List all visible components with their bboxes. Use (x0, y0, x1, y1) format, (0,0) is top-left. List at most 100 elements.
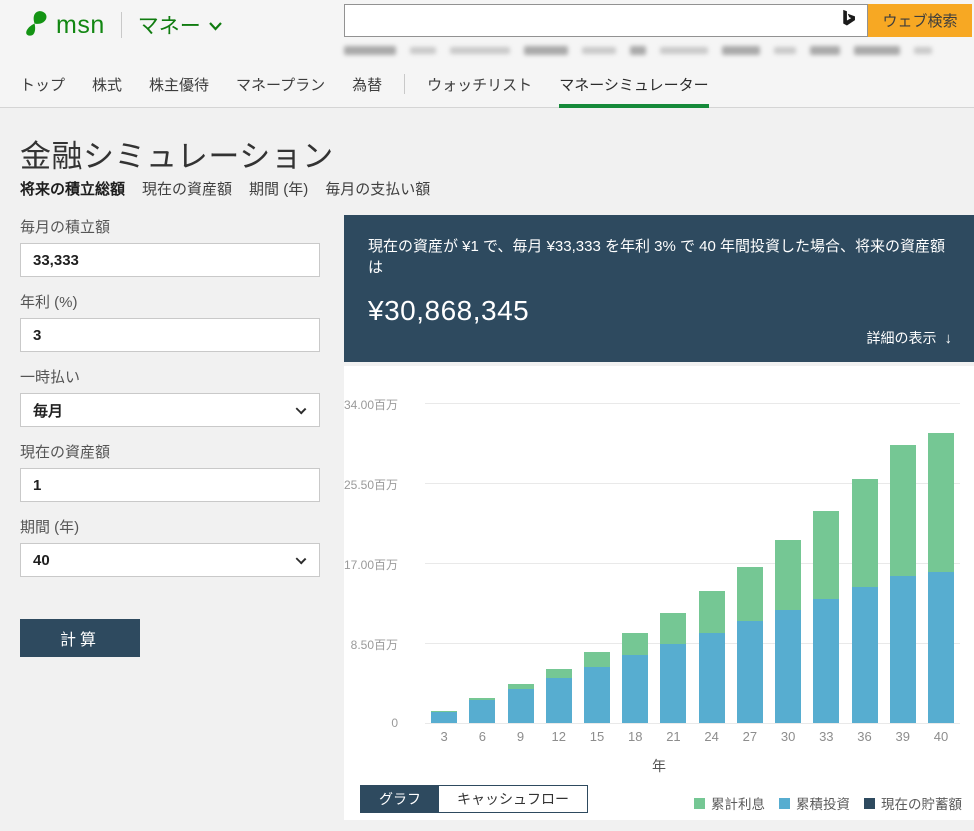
nav-item-為替[interactable]: 為替 (352, 60, 382, 108)
field-label: 年利 (%) (20, 291, 320, 312)
bar-slot-18 (616, 403, 654, 723)
x-tick-label: 24 (693, 729, 731, 744)
select-一時払い[interactable]: 毎月 (20, 393, 320, 427)
blurred-trending-row (344, 44, 972, 57)
nav-item-マネーシミュレーター[interactable]: マネーシミュレーター (559, 60, 708, 108)
web-search-button[interactable]: ウェブ検索 (868, 4, 972, 37)
field-label: 現在の資産額 (20, 441, 320, 462)
brand-divider (121, 12, 122, 38)
bar-slot-12 (540, 403, 578, 723)
nav-item-ウォッチリスト[interactable]: ウォッチリスト (427, 60, 532, 108)
bar-segment (546, 678, 572, 723)
bar-segment (660, 644, 686, 723)
field-label: 期間 (年) (20, 516, 320, 537)
bar-slot-33 (807, 403, 845, 723)
subtab-期間 (年)[interactable]: 期間 (年) (249, 178, 308, 199)
bar-segment (699, 591, 725, 633)
bar-slot-40 (922, 403, 960, 723)
x-tick-label: 3 (425, 729, 463, 744)
legend-item-累積投資: 累積投資 (779, 793, 850, 813)
blurred-text (854, 46, 900, 55)
blurred-text (914, 47, 932, 54)
select-期間 (年)[interactable]: 40 (20, 543, 320, 577)
bar-segment (813, 511, 839, 599)
input-box (20, 318, 320, 352)
x-tick-label: 27 (731, 729, 769, 744)
legend-label: 現在の貯蓄額 (881, 793, 962, 813)
chart-panel: 34.00百万25.50百万17.00百万8.50百万0 36912151821… (344, 366, 974, 820)
nav-item-マネープラン[interactable]: マネープラン (236, 60, 325, 108)
bar-slot-27 (731, 403, 769, 723)
bar-slot-39 (884, 403, 922, 723)
stacked-bar-39 (890, 445, 916, 723)
blurred-text (660, 47, 708, 54)
bar-series (425, 403, 960, 723)
calculator-form: 毎月の積立額年利 (%)一時払い毎月現在の資産額期間 (年)40 計算 (20, 216, 320, 657)
bar-segment (928, 433, 954, 573)
stacked-bar-18 (622, 633, 648, 723)
chart-legend: 累計利息累積投資現在の貯蓄額 (680, 793, 962, 813)
legend-label: 累積投資 (796, 793, 850, 813)
toggle-グラフ[interactable]: グラフ (361, 786, 439, 812)
bar-segment (852, 587, 878, 723)
blurred-text (722, 46, 760, 55)
result-amount: ¥30,868,345 (368, 295, 950, 327)
calculate-button[interactable]: 計算 (20, 619, 140, 657)
nav-item-トップ[interactable]: トップ (20, 60, 65, 108)
chart-toggle: グラフキャッシュフロー (360, 785, 588, 813)
stacked-bar-40 (928, 433, 954, 724)
stacked-bar-6 (469, 698, 495, 723)
toggle-キャッシュフロー[interactable]: キャッシュフロー (439, 786, 587, 812)
stacked-bar-9 (508, 684, 534, 723)
details-label: 詳細の表示 (867, 330, 937, 346)
msn-wordmark[interactable]: msn (56, 11, 105, 40)
bar-segment (431, 712, 457, 723)
stacked-bar-30 (775, 540, 801, 723)
bar-slot-36 (845, 403, 883, 723)
input-現在の資産額[interactable] (21, 469, 319, 501)
bar-segment (890, 576, 916, 723)
bar-slot-6 (463, 403, 501, 723)
bar-segment (737, 567, 763, 622)
vertical-title[interactable]: マネー (138, 10, 201, 40)
subtab-現在の資産額[interactable]: 現在の資産額 (142, 178, 232, 199)
x-tick-label: 12 (540, 729, 578, 744)
y-tick-label: 17.00百万 (278, 556, 398, 573)
bing-icon (838, 8, 859, 34)
legend-item-現在の貯蓄額: 現在の貯蓄額 (864, 793, 962, 813)
bar-segment (546, 669, 572, 678)
bar-segment (584, 652, 610, 667)
bar-slot-9 (501, 403, 539, 723)
details-link[interactable]: 詳細の表示↓ (867, 328, 953, 348)
stacked-bar-21 (660, 613, 686, 723)
input-box (20, 468, 320, 502)
bar-slot-15 (578, 403, 616, 723)
stacked-bar-15 (584, 652, 610, 723)
blurred-text (582, 47, 616, 54)
input-毎月の積立額[interactable] (21, 244, 319, 276)
bar-segment (660, 613, 686, 644)
input-年利 (%)[interactable] (21, 319, 319, 351)
nav-item-株主優待[interactable]: 株主優待 (149, 60, 209, 108)
header: msn マネー ウェブ検索 (0, 0, 974, 108)
search-input[interactable] (345, 5, 838, 36)
msn-butterfly-icon[interactable] (20, 8, 50, 43)
form-fields: 毎月の積立額年利 (%)一時払い毎月現在の資産額期間 (年)40 (20, 216, 320, 577)
chart-plot: 34.00百万25.50百万17.00百万8.50百万0 (425, 403, 960, 723)
field-label: 毎月の積立額 (20, 216, 320, 237)
bar-slot-3 (425, 403, 463, 723)
nav-item-株式[interactable]: 株式 (92, 60, 122, 108)
bar-segment (775, 610, 801, 723)
chart-x-labels: 3691215182124273033363940 (425, 729, 960, 744)
main-nav: トップ株式株主優待マネープラン為替ウォッチリストマネーシミュレーター (20, 60, 736, 108)
blurred-text (630, 46, 646, 55)
x-tick-label: 33 (807, 729, 845, 744)
x-tick-label: 40 (922, 729, 960, 744)
subtab-将来の積立総額[interactable]: 将来の積立総額 (20, 178, 125, 199)
chevron-down-icon[interactable] (209, 18, 222, 36)
x-tick-label: 21 (654, 729, 692, 744)
x-tick-label: 39 (884, 729, 922, 744)
bar-segment (699, 633, 725, 723)
bar-slot-21 (654, 403, 692, 723)
subtab-毎月の支払い額[interactable]: 毎月の支払い額 (325, 178, 430, 199)
